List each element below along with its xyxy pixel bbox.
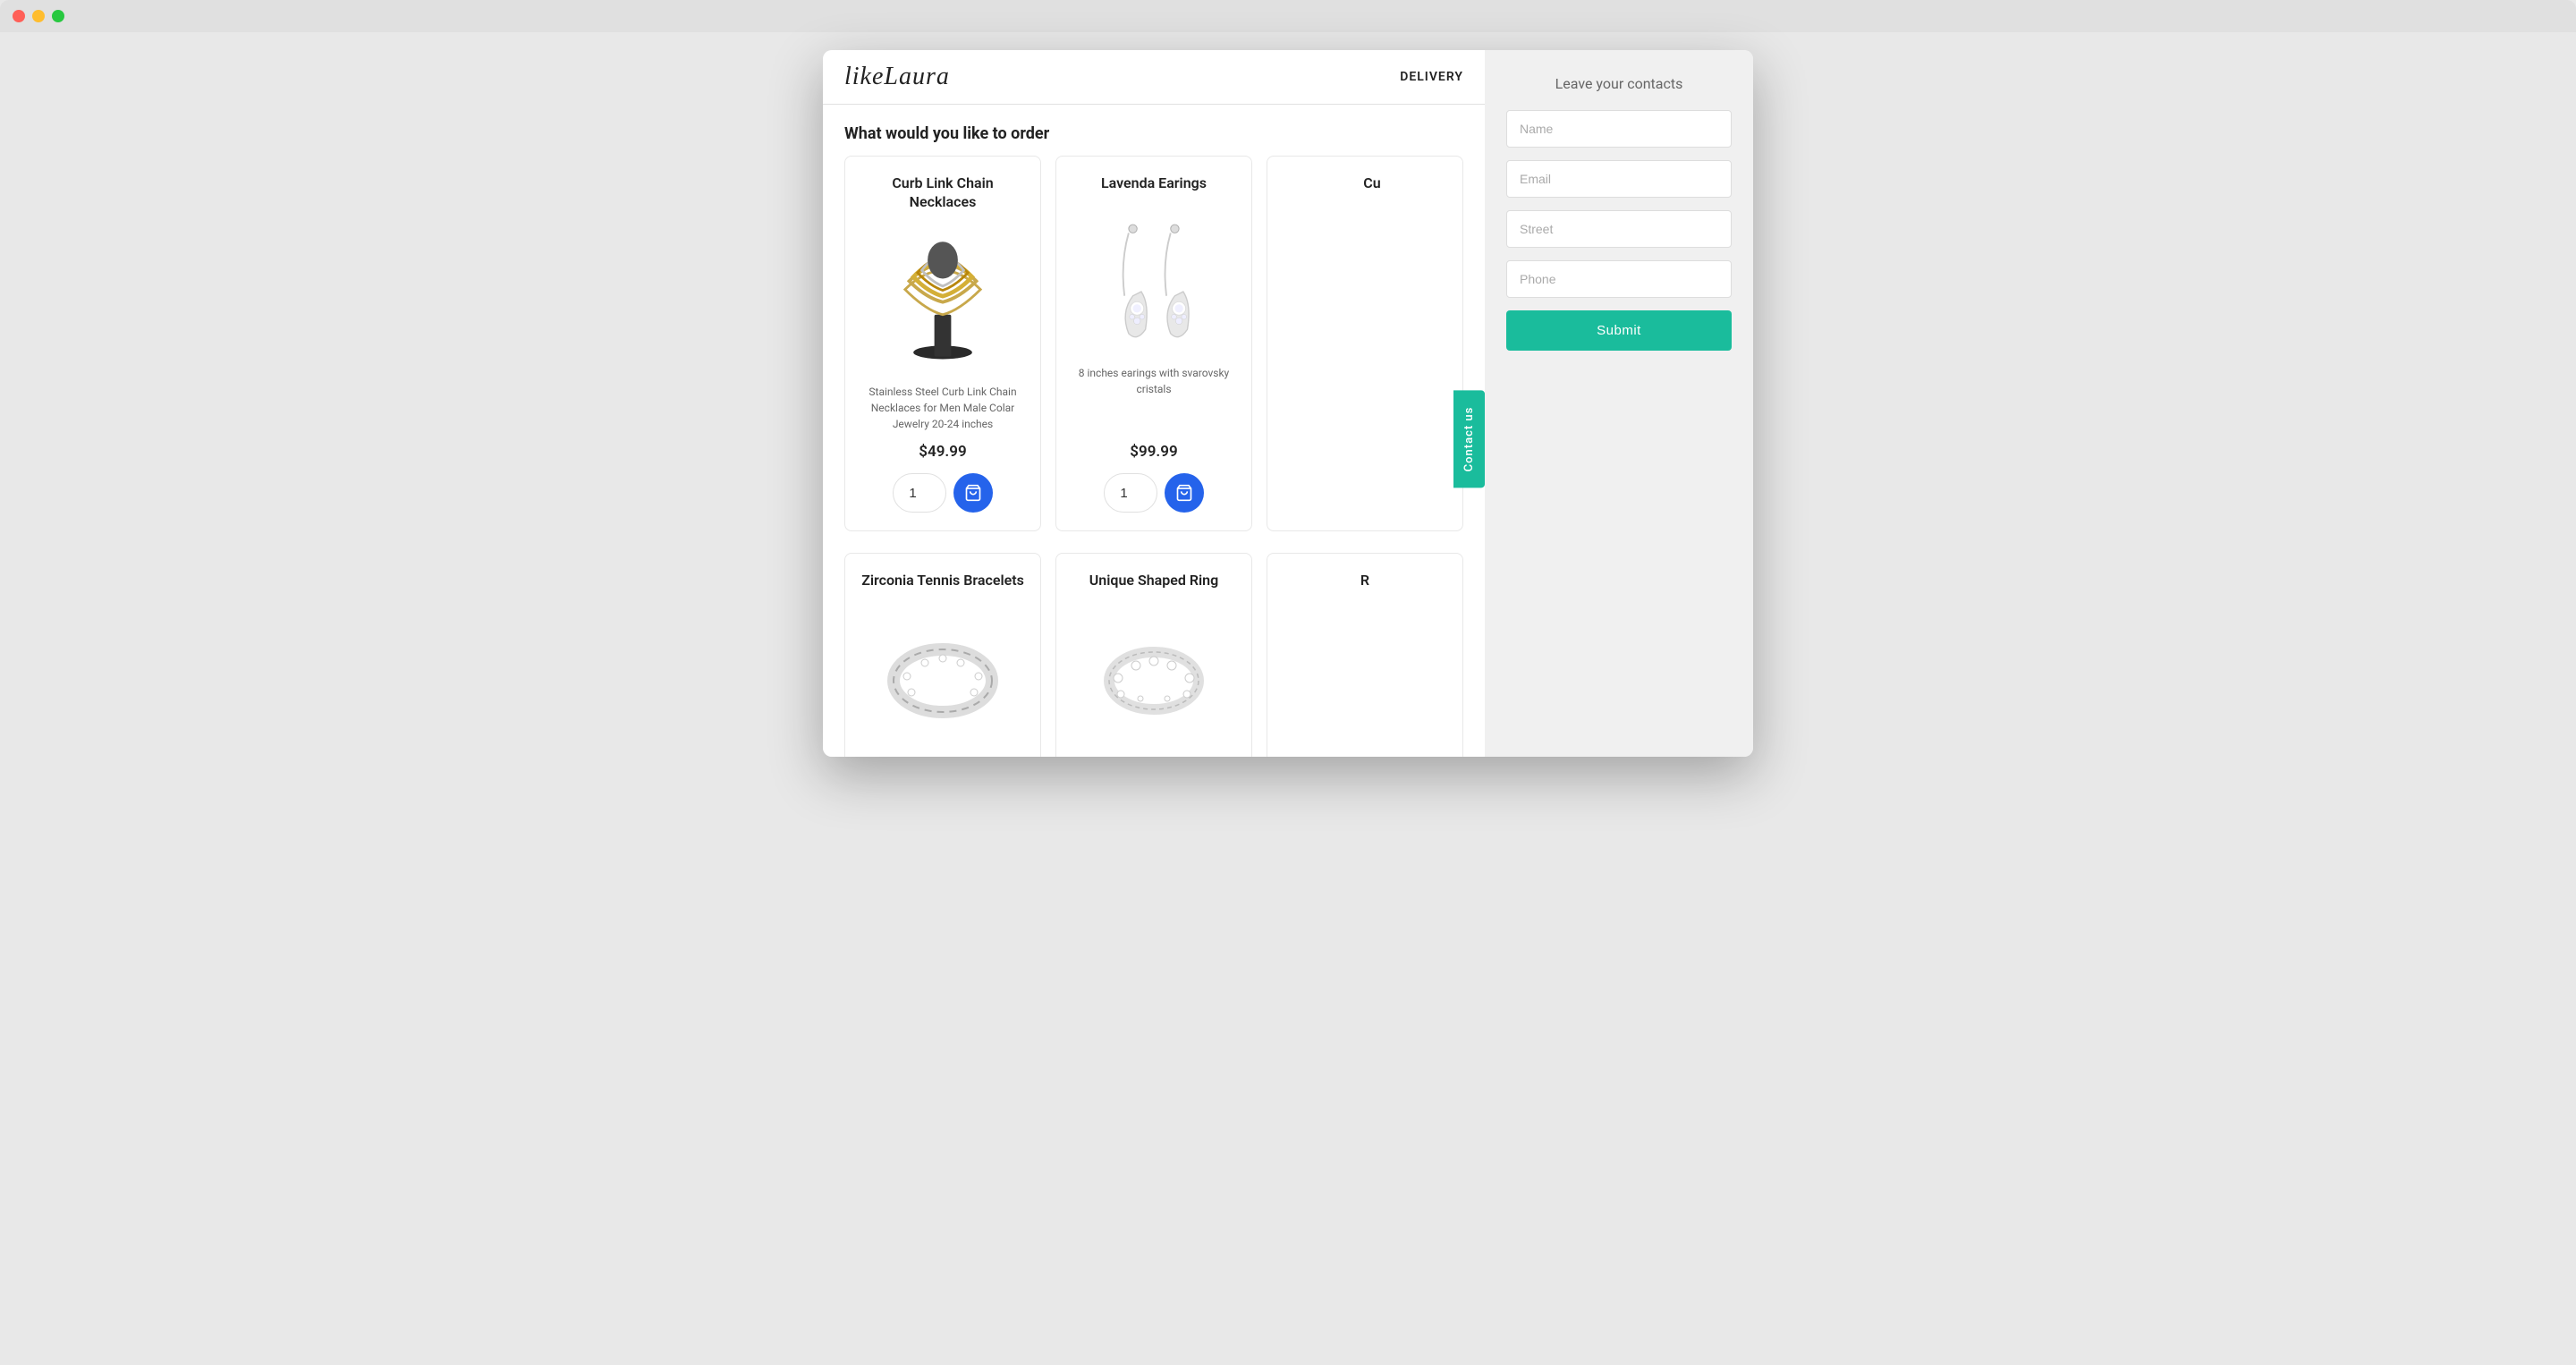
- product-desc-1: Stainless Steel Curb Link Chain Necklace…: [860, 384, 1026, 432]
- mac-titlebar: [0, 0, 2576, 32]
- product-image-necklaces: [871, 226, 1014, 369]
- cart-icon-2: [1175, 484, 1193, 502]
- cart-icon: [964, 484, 982, 502]
- page-title: What would you like to order: [823, 105, 1485, 156]
- app-window: likeLaura DELIVERY What would you like t…: [823, 50, 1753, 757]
- name-input[interactable]: [1506, 110, 1732, 148]
- add-cart-btn-2[interactable]: [1165, 473, 1204, 513]
- product-name-1: Curb Link Chain Necklaces: [860, 174, 1026, 212]
- qty-input-1[interactable]: [893, 473, 946, 513]
- product-actions-2: [1104, 473, 1204, 513]
- submit-button[interactable]: Submit: [1506, 310, 1732, 351]
- nav-delivery[interactable]: DELIVERY: [1400, 70, 1463, 84]
- store-area: likeLaura DELIVERY What would you like t…: [823, 50, 1485, 757]
- product-name-3: Cu: [1363, 174, 1380, 193]
- product-name-6: R: [1360, 572, 1369, 590]
- product-desc-2: 8 inches earings with svarovsky cristals: [1071, 365, 1237, 432]
- product-image-bracelets: [871, 605, 1014, 748]
- close-button[interactable]: [13, 10, 25, 22]
- street-input[interactable]: [1506, 210, 1732, 248]
- product-card-bracelets: Zirconia Tennis Bracelets: [844, 553, 1041, 757]
- product-actions-1: [893, 473, 993, 513]
- logo: likeLaura: [844, 63, 950, 91]
- product-grid-row2: Zirconia Tennis Bracelets: [823, 553, 1485, 757]
- panel-title: Leave your contacts: [1506, 75, 1732, 92]
- add-cart-btn-1[interactable]: [953, 473, 993, 513]
- qty-input-2[interactable]: [1104, 473, 1157, 513]
- product-card-necklaces: Curb Link Chain Necklaces: [844, 156, 1041, 531]
- store-header: likeLaura DELIVERY: [823, 50, 1485, 105]
- product-name-4: Zirconia Tennis Bracelets: [861, 572, 1024, 590]
- product-image-ring: [1082, 605, 1225, 748]
- product-grid: Curb Link Chain Necklaces: [823, 156, 1485, 553]
- product-card-partial-6: R: [1267, 553, 1463, 757]
- contact-panel: Leave your contacts Submit: [1485, 50, 1753, 757]
- product-name-5: Unique Shaped Ring: [1089, 572, 1218, 590]
- maximize-button[interactable]: [52, 10, 64, 22]
- phone-input[interactable]: [1506, 260, 1732, 298]
- contact-tab[interactable]: Contact us: [1453, 390, 1485, 488]
- minimize-button[interactable]: [32, 10, 45, 22]
- product-card-partial: Cu: [1267, 156, 1463, 531]
- product-price-2: $99.99: [1130, 443, 1177, 461]
- product-card-ring: Unique Shaped Ring: [1055, 553, 1252, 757]
- product-name-2: Lavenda Earings: [1101, 174, 1207, 193]
- product-price-1: $49.99: [919, 443, 966, 461]
- product-card-earrings: Lavenda Earings: [1055, 156, 1252, 531]
- product-image-earrings: [1082, 208, 1225, 351]
- window-content: likeLaura DELIVERY What would you like t…: [823, 50, 1753, 757]
- email-input[interactable]: [1506, 160, 1732, 198]
